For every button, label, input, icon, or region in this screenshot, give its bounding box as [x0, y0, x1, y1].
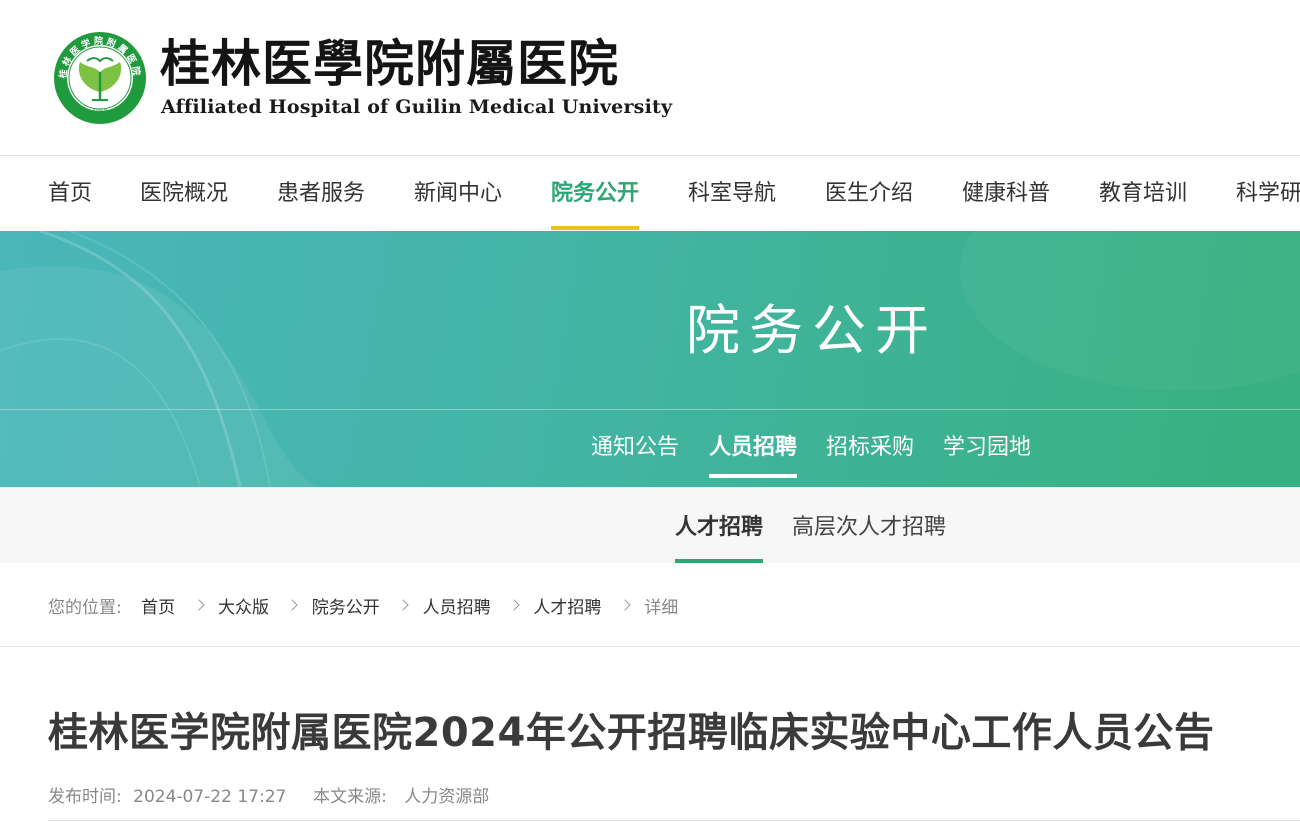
main-nav: 首页 医院概况 患者服务 新闻中心 院务公开 科室导航 医生介绍 健康科普 教育…	[0, 156, 1300, 231]
nav-item-education[interactable]: 教育培训	[1099, 156, 1187, 231]
site-header: 1958 桂林医学院附属医院 桂林医學院附屬医院 Affiliated Hosp…	[0, 0, 1300, 155]
hospital-logo[interactable]: 1958 桂林医学院附属医院	[52, 30, 148, 126]
tab-talent-recruitment[interactable]: 人才招聘	[675, 509, 764, 563]
subnav-study[interactable]: 学习园地	[943, 429, 1031, 481]
banner-title: 院务公开	[686, 299, 938, 362]
publish-time: 2024-07-22 17:27	[133, 787, 287, 807]
nav-item-doctors[interactable]: 医生介绍	[825, 156, 913, 231]
nav-item-research[interactable]: 科学研	[1236, 156, 1300, 231]
nav-item-about[interactable]: 医院概况	[140, 156, 228, 231]
nav-item-affairs[interactable]: 院务公开	[551, 156, 640, 231]
breadcrumb-divider	[0, 646, 1300, 647]
breadcrumb-talent[interactable]: 人才招聘	[533, 593, 601, 618]
breadcrumb-recruitment[interactable]: 人员招聘	[423, 593, 491, 618]
subnav-notices[interactable]: 通知公告	[591, 429, 679, 481]
breadcrumb-public[interactable]: 大众版	[218, 593, 269, 618]
article-meta: 发布时间: 2024-07-22 17:27 本文来源: 人力资源部	[48, 782, 489, 807]
breadcrumb-affairs[interactable]: 院务公开	[312, 593, 380, 618]
chevron-right-icon	[192, 598, 205, 611]
article-title: 桂林医学院附属医院2024年公开招聘临床实验中心工作人员公告	[48, 710, 1215, 756]
chevron-right-icon	[619, 598, 631, 611]
nav-item-home[interactable]: 首页	[48, 156, 92, 231]
nav-item-health[interactable]: 健康科普	[962, 156, 1050, 231]
seal-year-text: 1958	[92, 108, 107, 115]
chevron-right-icon	[286, 598, 299, 611]
nav-item-patient-services[interactable]: 患者服务	[277, 156, 365, 231]
banner-divider	[0, 409, 1300, 410]
source-value: 人力资源部	[404, 787, 490, 807]
subnav-recruitment[interactable]: 人员招聘	[709, 429, 798, 481]
breadcrumb: 您的位置: 首页 大众版 院务公开 人员招聘 人才招聘 详细	[48, 593, 679, 618]
third-nav: 人才招聘 高层次人才招聘	[0, 487, 1300, 563]
nav-item-departments[interactable]: 科室导航	[688, 156, 776, 231]
breadcrumb-home[interactable]: 首页	[141, 593, 175, 618]
hospital-name-en[interactable]: Affiliated Hospital of Guilin Medical Un…	[161, 96, 672, 118]
hospital-name-cn[interactable]: 桂林医學院附屬医院	[160, 36, 619, 92]
subnav-procurement[interactable]: 招标采购	[826, 429, 914, 481]
article-divider	[48, 820, 1300, 821]
section-banner: 院务公开 通知公告 人员招聘 招标采购 学习园地	[0, 231, 1300, 487]
tab-high-level-recruitment[interactable]: 高层次人才招聘	[792, 509, 946, 563]
breadcrumb-label: 您的位置:	[48, 598, 122, 618]
chevron-right-icon	[397, 598, 409, 611]
chevron-right-icon	[508, 598, 520, 611]
publish-time-label: 发布时间:	[48, 787, 122, 807]
source-label: 本文来源:	[313, 787, 387, 807]
nav-item-news[interactable]: 新闻中心	[414, 156, 502, 231]
breadcrumb-current: 详细	[644, 598, 679, 618]
hospital-seal-icon: 1958 桂林医学院附属医院	[54, 32, 146, 124]
